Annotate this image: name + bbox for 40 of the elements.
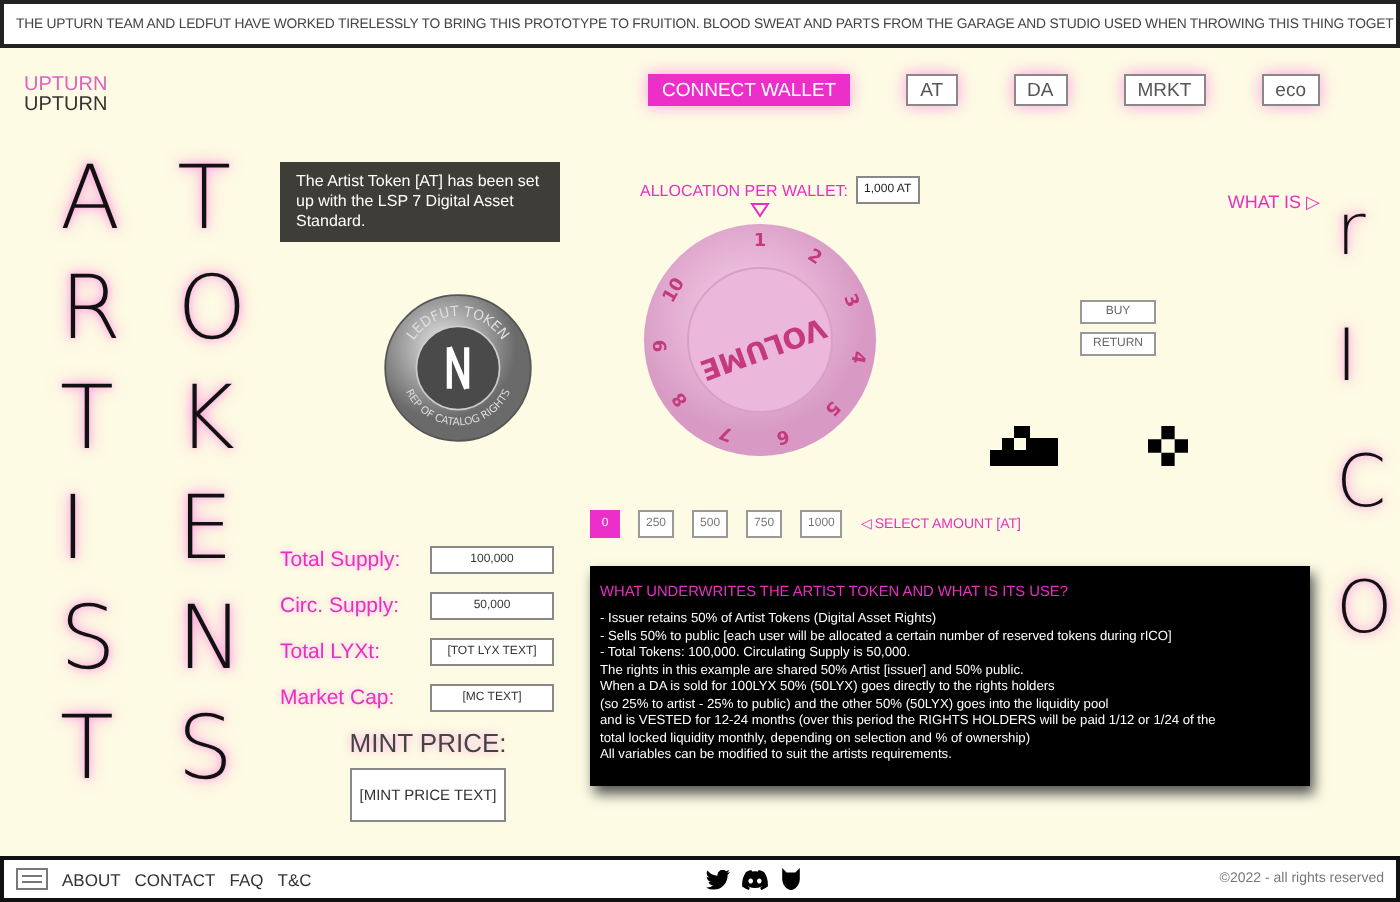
chat-controller-icon[interactable] [741, 869, 768, 889]
title-letter: I [60, 476, 88, 584]
title-letter: T [60, 696, 116, 804]
mint-price-title: MINT PRICE: [349, 728, 507, 758]
allocation-label: ALLOCATION PER WALLET: [640, 181, 849, 199]
info-box: The Artist Token [AT] has been set up with the LSP 7 Digital Asset Standard. [280, 162, 560, 242]
logo[interactable]: UPTURN UPTURN [24, 76, 260, 116]
title-letter: S [177, 696, 236, 804]
title-letter: O [177, 256, 247, 364]
nav-button[interactable]: CONNECT WALLET [648, 74, 851, 106]
footer-link[interactable]: FAQ [229, 869, 264, 889]
pixel-diamond-icon [1148, 426, 1188, 466]
title-letter: K [177, 366, 237, 474]
nav-button[interactable]: DA [1013, 74, 1068, 106]
title-letter: A [60, 146, 122, 254]
title-letter: O [1336, 566, 1395, 654]
title-letter: R [60, 256, 122, 364]
bird-icon[interactable] [705, 869, 730, 889]
nav-button[interactable]: eco [1261, 74, 1320, 106]
title-letter: T [177, 146, 233, 254]
title-letter: N [177, 586, 245, 694]
footer-link[interactable]: T&C [277, 869, 312, 889]
nav-button[interactable]: AT [906, 74, 958, 106]
title-letter: T [60, 366, 116, 474]
title-letter: I [1336, 314, 1360, 402]
stat-label: Total Supply: [280, 548, 403, 572]
title-letter: E [177, 476, 235, 584]
footer-link[interactable]: ABOUT [62, 869, 121, 889]
title-letter: r [1336, 188, 1368, 276]
stat-label: Circ. Supply: [280, 594, 402, 618]
title-letter: C [1336, 440, 1389, 528]
cat-icon[interactable] [779, 868, 802, 890]
what-is-link[interactable]: WHAT IS ▷ [1227, 192, 1320, 212]
nav-button[interactable]: MRKT [1123, 74, 1206, 106]
footer-link[interactable]: CONTACT [134, 869, 216, 889]
keyboard-icon[interactable] [16, 868, 48, 890]
stat-label: Total LYXt: [280, 640, 382, 664]
pixel-stairs-icon [990, 426, 1058, 466]
stat-label: Market Cap: [280, 686, 397, 710]
title-letter: S [60, 586, 118, 694]
